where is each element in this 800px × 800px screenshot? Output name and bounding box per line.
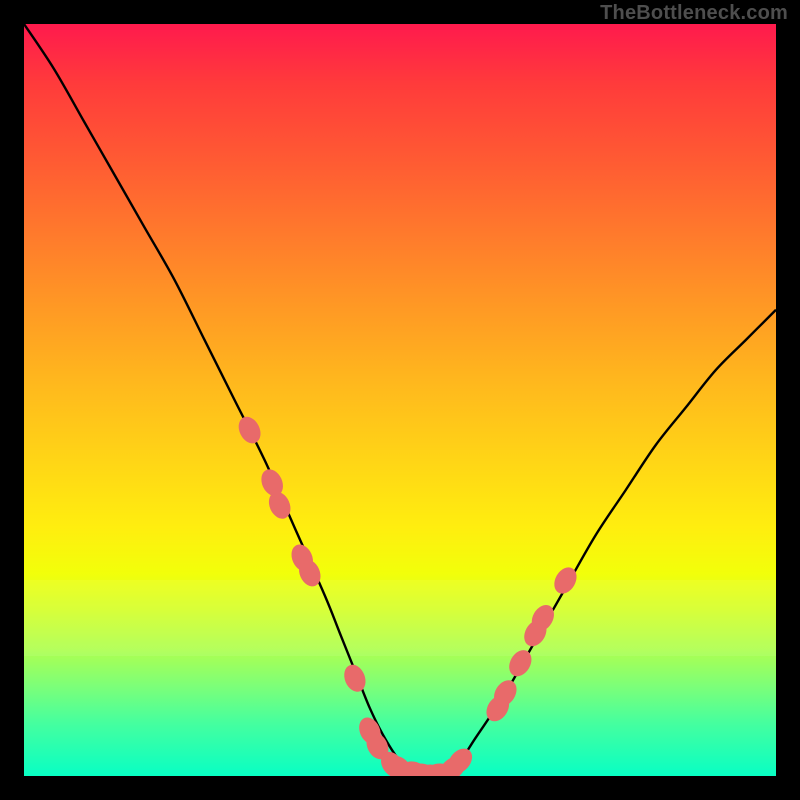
- bottleneck-curve: [24, 24, 776, 776]
- data-marker: [505, 646, 536, 680]
- markers-group: [234, 413, 581, 776]
- chart-frame: [24, 24, 776, 776]
- data-marker: [340, 662, 369, 695]
- chart-svg-layer: [24, 24, 776, 776]
- attribution-text: TheBottleneck.com: [600, 2, 788, 25]
- data-marker: [234, 413, 264, 447]
